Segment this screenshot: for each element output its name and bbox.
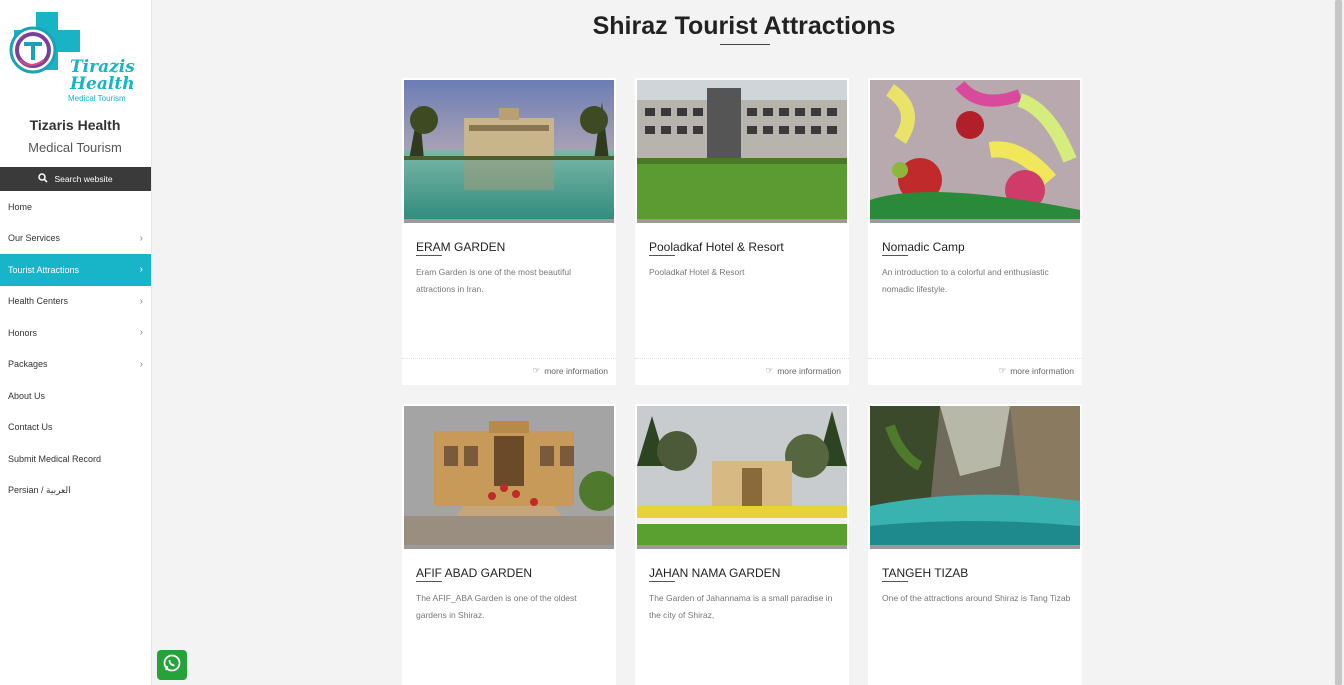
nav-label: Health Centers [8, 296, 69, 307]
site-logo[interactable]: Tirazis Health Medical Tourism [8, 10, 138, 106]
eram-garden-photo[interactable] [404, 80, 614, 223]
card-title-underline [416, 255, 442, 256]
card-description: The Garden of Jahannama is a small parad… [649, 593, 833, 620]
card-description: The AFIF_ABA Garden is one of the oldest… [416, 593, 577, 620]
nav-item-honors[interactable]: Honors › [0, 317, 151, 349]
card-title[interactable]: TANGEH TIZAB [882, 566, 968, 580]
nav-label: Our Services [8, 233, 61, 244]
nav-label: Contact Us [8, 422, 53, 433]
hand-pointing-icon: ☞ [765, 365, 774, 375]
nav-label: About Us [8, 390, 46, 401]
chevron-right-icon: › [139, 358, 143, 370]
hand-pointing-icon: ☞ [532, 365, 541, 375]
card-divider [868, 358, 1082, 359]
more-information-link[interactable]: ☞ more information [533, 365, 608, 376]
brand-name: Tizaris Health [29, 117, 121, 133]
nav-item-home[interactable]: Home [0, 191, 151, 223]
nav-label: Tourist Attractions [8, 264, 80, 275]
nav-item-health-centers[interactable]: Health Centers › [0, 286, 151, 318]
svg-text:Health: Health [69, 74, 135, 94]
nav-label: Submit Medical Record [8, 453, 102, 464]
nav-label: Honors [8, 327, 38, 338]
afif-abad-garden-photo[interactable] [404, 406, 614, 549]
card-divider [635, 358, 849, 359]
nav-label: Packages [8, 359, 48, 370]
chevron-right-icon: › [139, 327, 143, 339]
more-information-label: more information [1010, 365, 1074, 376]
search-website-button[interactable]: Search website [0, 167, 151, 191]
sidebar: Tirazis Health Medical Tourism Tizaris H… [0, 0, 152, 685]
attraction-card[interactable]: TANGEH TIZAB One of the attractions arou… [868, 404, 1082, 685]
search-label: Search website [54, 174, 113, 184]
chevron-right-icon: › [139, 264, 143, 276]
chevron-right-icon: › [139, 232, 143, 244]
scrollbar-thumb[interactable] [1335, 0, 1342, 685]
card-description: One of the attractions around Shiraz is … [882, 593, 1071, 603]
page-title: Shiraz Tourist Attractions [592, 12, 896, 40]
nav-item-contact-us[interactable]: Contact Us [0, 412, 151, 444]
whatsapp-icon [162, 653, 182, 678]
card-title[interactable]: AFIF ABAD GARDEN [416, 566, 532, 580]
card-description: An introduction to a colorful and enthus… [882, 267, 1049, 294]
nav-item-tourist-attractions[interactable]: Tourist Attractions › [0, 254, 151, 286]
hand-pointing-icon: ☞ [998, 365, 1007, 375]
tangeh-tizab-photo[interactable] [870, 406, 1080, 549]
card-title[interactable]: Pooladkaf Hotel & Resort [649, 240, 784, 254]
attraction-card[interactable]: ERAM GARDEN Eram Garden is one of the mo… [402, 78, 616, 385]
more-information-link[interactable]: ☞ more information [999, 365, 1074, 376]
more-information-label: more information [544, 365, 608, 376]
card-title-underline [882, 581, 908, 582]
attraction-card[interactable]: Pooladkaf Hotel & Resort Pooladkaf Hotel… [635, 78, 849, 385]
main-nav: Home Our Services › Tourist Attractions › … [0, 191, 151, 506]
nav-label: Home [8, 201, 33, 212]
card-title[interactable]: Nomadic Camp [882, 240, 965, 254]
card-divider [402, 358, 616, 359]
nav-item-about-us[interactable]: About Us [0, 380, 151, 412]
pooladkaf-hotel-photo[interactable] [637, 80, 847, 223]
card-title-underline [416, 581, 442, 582]
card-title-underline [649, 581, 675, 582]
card-title[interactable]: ERAM GARDEN [416, 240, 505, 254]
brand-subtitle: Medical Tourism [28, 140, 122, 155]
nav-item-our-services[interactable]: Our Services › [0, 223, 151, 255]
attraction-card[interactable]: JAHAN NAMA GARDEN The Garden of Jahannam… [635, 404, 849, 685]
nav-item-submit-medical-record[interactable]: Submit Medical Record [0, 443, 151, 475]
more-information-link[interactable]: ☞ more information [766, 365, 841, 376]
nomadic-camp-photo[interactable] [870, 80, 1080, 223]
more-information-label: more information [777, 365, 841, 376]
card-description: Eram Garden is one of the most beautiful… [416, 267, 571, 294]
nav-item-packages[interactable]: Packages › [0, 349, 151, 381]
page-scrollbar[interactable] [1334, 0, 1344, 685]
card-title-underline [882, 255, 908, 256]
search-icon [38, 173, 49, 185]
attraction-card[interactable]: Nomadic Camp An introduction to a colorf… [868, 78, 1082, 385]
card-title-underline [649, 255, 675, 256]
attraction-card[interactable]: AFIF ABAD GARDEN The AFIF_ABA Garden is … [402, 404, 616, 685]
jahan-nama-garden-photo[interactable] [637, 406, 847, 549]
card-description: Pooladkaf Hotel & Resort [649, 267, 745, 277]
card-title[interactable]: JAHAN NAMA GARDEN [649, 566, 780, 580]
chevron-right-icon: › [139, 295, 143, 307]
nav-label: Persian / العربية [8, 484, 71, 495]
whatsapp-button[interactable] [157, 650, 187, 680]
title-underline [720, 44, 770, 45]
nav-item-language[interactable]: Persian / العربية [0, 475, 151, 507]
svg-text:Medical Tourism: Medical Tourism [68, 94, 126, 103]
